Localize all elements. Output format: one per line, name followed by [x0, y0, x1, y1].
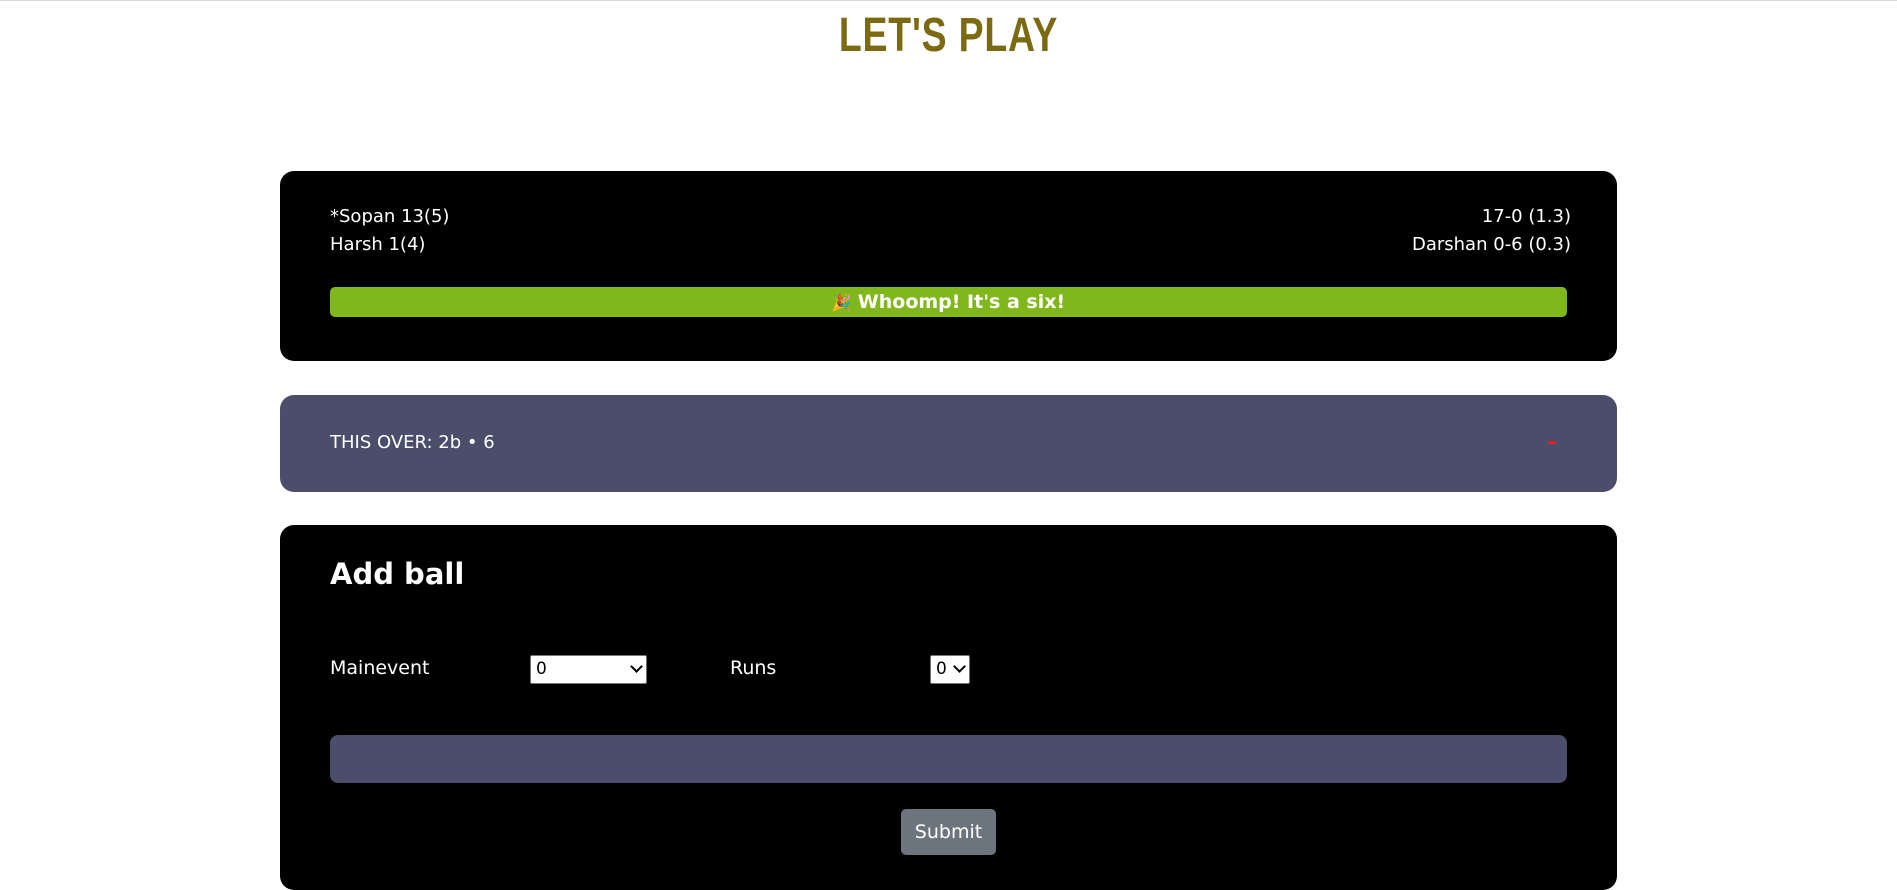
non-striker-score: Harsh 1(4): [330, 234, 426, 255]
chevron-down-icon: [630, 660, 643, 673]
event-banner-text: Whoomp! It's a six!: [857, 291, 1066, 313]
team-score: 17-0 (1.3): [1481, 206, 1571, 227]
scoreboard-panel: *Sopan 13(5) Harsh 1(4) 17-0 (1.3) Darsh…: [280, 171, 1617, 361]
submit-button[interactable]: Submit: [901, 809, 996, 855]
runs-selected-value: 0: [936, 659, 947, 679]
undo-mark-icon[interactable]: [1548, 441, 1556, 444]
this-over-panel: THIS OVER: 2b • 6: [280, 395, 1617, 492]
event-banner: 🎉 Whoomp! It's a six!: [330, 287, 1567, 317]
add-ball-panel: Add ball Mainevent 0 Runs 0 Submit: [280, 525, 1617, 890]
top-divider: [0, 0, 1897, 1]
ball-commentary-input[interactable]: [330, 735, 1567, 783]
bowler-figures: Darshan 0-6 (0.3): [1411, 234, 1571, 255]
add-ball-title: Add ball: [330, 557, 465, 591]
mainevent-select[interactable]: 0: [530, 655, 647, 684]
page-title: LET'S PLAY: [838, 9, 1059, 62]
chevron-down-icon: [953, 660, 966, 673]
striker-score: *Sopan 13(5): [330, 206, 450, 227]
this-over-text: THIS OVER: 2b • 6: [330, 432, 495, 453]
runs-select[interactable]: 0: [930, 655, 970, 684]
mainevent-label: Mainevent: [330, 657, 430, 679]
mainevent-selected-value: 0: [536, 659, 547, 679]
party-popper-icon: 🎉: [831, 293, 852, 312]
runs-label: Runs: [730, 657, 777, 679]
